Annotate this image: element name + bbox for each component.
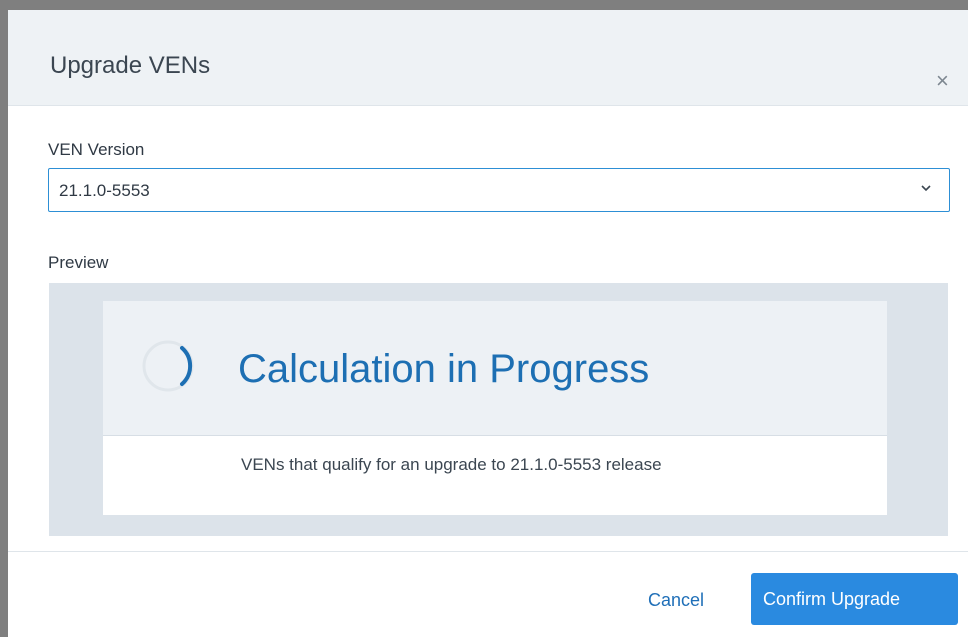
preview-label: Preview (48, 253, 109, 272)
ven-version-value: 21.1.0-5553 (59, 181, 150, 200)
cancel-button[interactable]: Cancel (648, 590, 704, 611)
upgrade-vens-dialog: Upgrade VENs × VEN Version 21.1.0-5553 P… (8, 10, 968, 637)
preview-card: Calculation in Progress VENs that qualif… (103, 301, 887, 515)
footer-divider (8, 551, 968, 552)
confirm-upgrade-button[interactable]: Confirm Upgrade (751, 573, 958, 625)
ven-version-label: VEN Version (48, 140, 145, 159)
calculation-title: Calculation in Progress (238, 347, 650, 391)
confirm-upgrade-label: Confirm Upgrade (763, 589, 901, 609)
dialog-header: Upgrade VENs × (8, 10, 968, 106)
calculation-status: Calculation in Progress (103, 301, 887, 436)
spinner-icon (142, 340, 194, 392)
close-icon[interactable]: × (936, 70, 949, 92)
ven-version-select[interactable]: 21.1.0-5553 (48, 168, 950, 212)
dialog-title: Upgrade VENs (50, 52, 211, 79)
preview-panel: Calculation in Progress VENs that qualif… (49, 283, 948, 536)
chevron-down-icon (921, 185, 931, 192)
preview-description: VENs that qualify for an upgrade to 21.1… (241, 455, 662, 474)
